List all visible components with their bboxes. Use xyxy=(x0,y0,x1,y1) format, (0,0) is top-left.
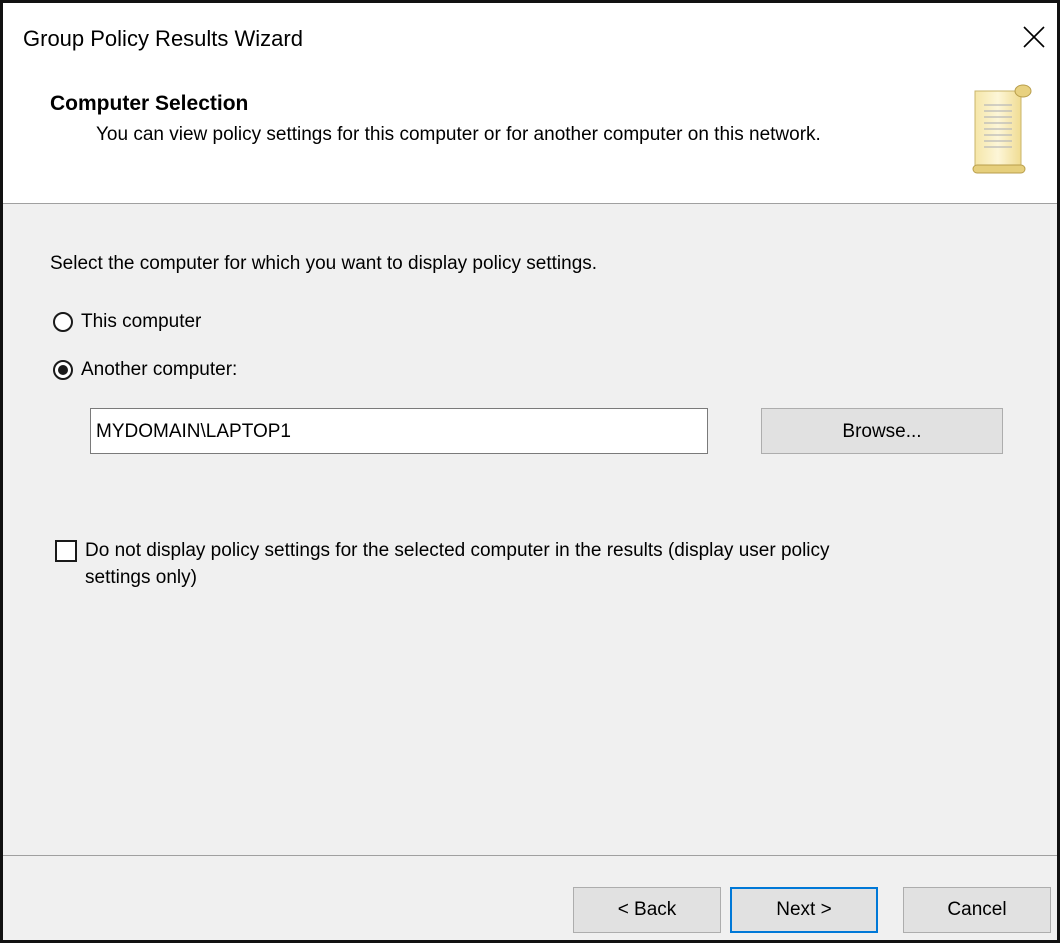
page-title: Computer Selection xyxy=(50,92,249,115)
next-button[interactable]: Next > xyxy=(730,887,878,933)
radio-this-computer-button[interactable] xyxy=(53,312,73,332)
computer-name-field[interactable] xyxy=(90,408,708,454)
scroll-icon xyxy=(972,84,1032,174)
browse-button[interactable]: Browse... xyxy=(761,408,1003,454)
back-button[interactable]: < Back xyxy=(573,887,721,933)
radio-another-computer-label[interactable]: Another computer: xyxy=(81,359,237,381)
close-icon xyxy=(1023,26,1045,48)
cancel-button[interactable]: Cancel xyxy=(903,887,1051,933)
window-title: Group Policy Results Wizard xyxy=(23,26,303,51)
computer-only-checkbox-label-line2[interactable]: settings only) xyxy=(85,567,197,589)
radio-another-computer-button[interactable] xyxy=(53,360,73,380)
close-button[interactable] xyxy=(1013,17,1053,57)
title-bar: Group Policy Results Wizard xyxy=(3,3,1057,73)
computer-only-checkbox-label-line1[interactable]: Do not display policy settings for the s… xyxy=(85,540,830,562)
wizard-header: Computer Selection You can view policy s… xyxy=(3,73,1057,204)
computer-only-checkbox-box[interactable] xyxy=(55,540,77,562)
wizard-window: Group Policy Results Wizard Computer Sel… xyxy=(0,0,1060,943)
page-subtitle: You can view policy settings for this co… xyxy=(96,124,821,145)
radio-this-computer-label[interactable]: This computer xyxy=(81,311,201,333)
instruction-text: Select the computer for which you want t… xyxy=(50,253,598,274)
footer-divider xyxy=(3,855,1057,856)
